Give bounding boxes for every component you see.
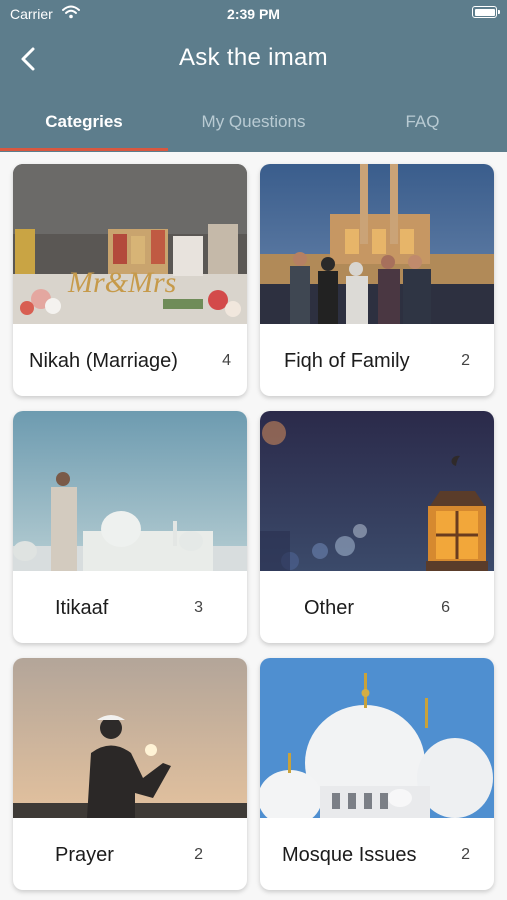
category-title: Nikah (Marriage)	[29, 350, 178, 372]
man-at-mosque-dusk-photo	[13, 411, 247, 571]
category-card-other[interactable]: Other 6	[260, 411, 494, 643]
page-title: Ask the imam	[179, 44, 328, 71]
category-title: Mosque Issues	[282, 844, 417, 866]
category-card-mosque-issues[interactable]: Mosque Issues 2	[260, 658, 494, 890]
lantern-at-night-photo	[260, 411, 494, 571]
tab-categories[interactable]: Categries	[0, 112, 168, 152]
category-grid: Mr&Mrs Nikah (Marriage) 4 Fiqh of Family…	[0, 152, 507, 900]
wedding-table-photo: Mr&Mrs	[13, 164, 247, 324]
family-at-mosque-photo	[260, 164, 494, 324]
svg-text:Mr&Mrs: Mr&Mrs	[67, 266, 176, 299]
question-count: 2	[461, 352, 470, 369]
question-count: 3	[194, 599, 203, 616]
category-card-prayer[interactable]: Prayer 2	[13, 658, 247, 890]
category-title: Fiqh of Family	[284, 350, 410, 372]
category-title: Other	[304, 597, 355, 619]
tab-my-questions[interactable]: My Questions	[169, 112, 338, 152]
question-count: 2	[461, 846, 470, 863]
question-count: 2	[194, 846, 203, 863]
battery-icon	[472, 6, 500, 18]
category-card-fiqh-family[interactable]: Fiqh of Family 2	[260, 164, 494, 396]
white-mosque-domes-photo	[260, 658, 494, 818]
question-count: 6	[441, 599, 450, 616]
category-title: Prayer	[55, 844, 114, 866]
category-card-itikaaf[interactable]: Itikaaf 3	[13, 411, 247, 643]
category-title: Itikaaf	[55, 597, 109, 619]
tab-bar: Categries My Questions FAQ	[0, 100, 507, 152]
man-praying-at-sunset-photo	[13, 658, 247, 818]
status-time: 2:39 PM	[227, 6, 280, 22]
tab-faq[interactable]: FAQ	[338, 112, 507, 152]
status-bar: Carrier 2:39 PM	[0, 0, 507, 28]
app-header: Carrier 2:39 PM Ask the imam Categries M…	[0, 0, 507, 152]
question-count: 4	[222, 352, 231, 369]
category-card-nikah[interactable]: Mr&Mrs Nikah (Marriage) 4	[13, 164, 247, 396]
active-tab-indicator	[0, 148, 168, 151]
